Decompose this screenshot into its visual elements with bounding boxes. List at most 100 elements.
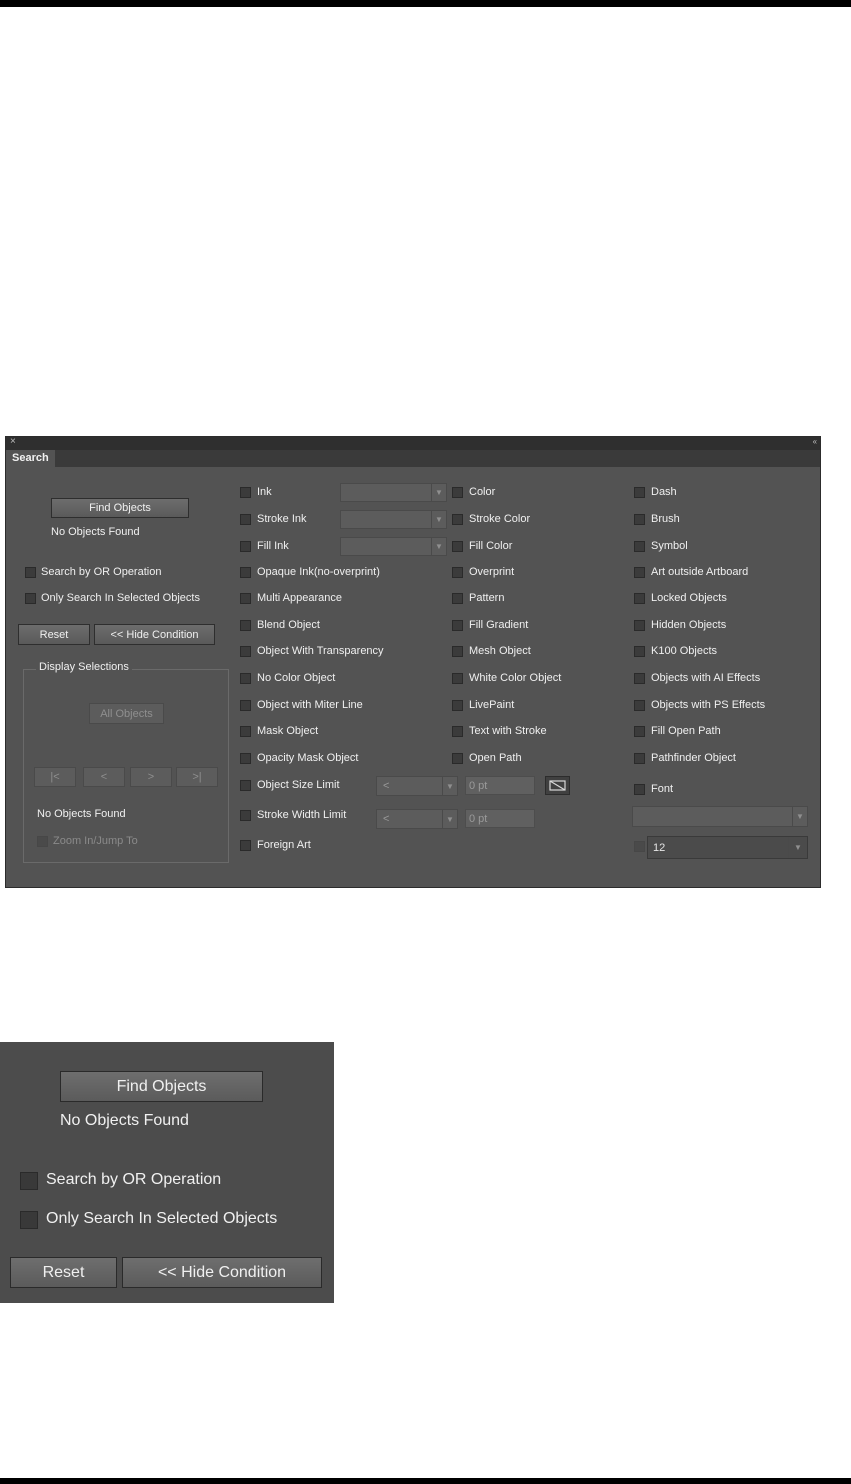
font-dropdown[interactable]: ▼ [632,806,808,827]
top-border-bar [0,0,851,7]
only-selected-checkbox[interactable] [20,1211,38,1229]
search-by-or-checkbox[interactable] [20,1172,38,1190]
object-with-transparency-checkbox[interactable] [240,646,251,657]
multi-appearance-checkbox[interactable] [240,593,251,604]
hidden-objects-checkbox[interactable] [634,620,645,631]
opaque-ink-no-overprint-checkbox[interactable] [240,567,251,578]
zoom-jump-checkbox[interactable] [37,836,48,847]
pattern-checkbox[interactable] [452,593,463,604]
ink-dropdown[interactable]: ▼ [340,483,447,502]
symbol-label: Symbol [651,540,688,552]
font-size-dropdown[interactable]: 12 ▼ [647,836,808,859]
ink-checkbox[interactable] [240,487,251,498]
stroke-color-checkbox[interactable] [452,514,463,525]
blend-object-label: Blend Object [257,619,320,631]
size-operator-value: < [383,780,390,792]
find-objects-button[interactable]: Find Objects [51,498,189,518]
fill-ink-dropdown[interactable]: ▼ [340,537,447,556]
objects-with-ai-effects-checkbox[interactable] [634,673,645,684]
panel-titlebar: × ‹‹ [6,436,820,450]
k100-objects-label: K100 Objects [651,645,718,657]
chevron-down-icon: ▼ [431,484,446,501]
object-with-miter-line-label: Object with Miter Line [257,699,363,711]
only-selected-checkbox[interactable] [25,593,36,604]
opacity-mask-object-checkbox[interactable] [240,753,251,764]
all-objects-button[interactable]: All Objects [89,703,164,724]
objects-with-ps-effects-checkbox[interactable] [634,700,645,711]
mask-object-checkbox[interactable] [240,726,251,737]
object-size-limit-checkbox[interactable] [240,780,251,791]
stroke-operator-dropdown[interactable]: < ▼ [376,809,458,829]
blend-object-checkbox[interactable] [240,620,251,631]
tab-search[interactable]: Search [6,450,55,467]
fill-ink-label: Fill Ink [257,540,289,552]
chevron-down-icon: ▼ [431,511,446,528]
stroke-width-limit-label: Stroke Width Limit [257,809,347,821]
open-path-checkbox[interactable] [452,753,463,764]
close-icon[interactable]: × [10,436,16,447]
fill-color-label: Fill Color [469,540,513,552]
fill-gradient-checkbox[interactable] [452,620,463,631]
fill-gradient-label: Fill Gradient [469,619,529,631]
next-button[interactable]: > [130,767,172,787]
stroke-type-icon[interactable] [545,776,570,795]
locked-objects-label: Locked Objects [651,592,727,604]
reset-button[interactable]: Reset [10,1257,117,1288]
object-with-miter-line-checkbox[interactable] [240,700,251,711]
chevron-down-icon: ▼ [792,807,807,826]
locked-objects-checkbox[interactable] [634,593,645,604]
brush-checkbox[interactable] [634,514,645,525]
font-size-checkbox[interactable] [634,841,645,852]
previous-button[interactable]: < [83,767,125,787]
dash-checkbox[interactable] [634,487,645,498]
foreign-art-label: Foreign Art [257,839,311,851]
zoom-jump-label: Zoom In/Jump To [53,835,138,847]
foreign-art-checkbox[interactable] [240,840,251,851]
color-checkbox[interactable] [452,487,463,498]
stroke-value-input[interactable]: 0 pt [465,809,535,828]
hide-condition-button[interactable]: << Hide Condition [122,1257,322,1288]
pathfinder-object-checkbox[interactable] [634,753,645,764]
stroke-operator-value: < [383,813,390,825]
search-by-or-label: Search by OR Operation [46,1171,222,1188]
collapse-icon[interactable]: ‹‹ [813,437,817,446]
search-by-or-checkbox[interactable] [25,567,36,578]
pathfinder-object-label: Pathfinder Object [651,752,736,764]
hide-condition-button[interactable]: << Hide Condition [94,624,215,645]
opaque-ink-no-overprint-label: Opaque Ink(no-overprint) [257,566,380,578]
mask-object-label: Mask Object [257,725,319,737]
opacity-mask-object-label: Opacity Mask Object [257,752,359,764]
font-label: Font [651,783,674,795]
fill-color-checkbox[interactable] [452,541,463,552]
font-checkbox[interactable] [634,784,645,795]
bottom-border-bar [0,1478,851,1484]
fill-open-path-checkbox[interactable] [634,726,645,737]
pattern-label: Pattern [469,592,505,604]
only-selected-label: Only Search In Selected Objects [46,1210,278,1227]
k100-objects-checkbox[interactable] [634,646,645,657]
font-size-value: 12 [653,841,666,854]
symbol-checkbox[interactable] [634,541,645,552]
white-color-object-checkbox[interactable] [452,673,463,684]
art-outside-artboard-checkbox[interactable] [634,567,645,578]
stroke-ink-dropdown[interactable]: ▼ [340,510,447,529]
object-with-transparency-label: Object With Transparency [257,645,384,657]
search-by-or-label: Search by OR Operation [41,566,162,578]
status-text: No Objects Found [60,1112,189,1129]
first-button[interactable]: |< [34,767,76,787]
fill-ink-checkbox[interactable] [240,541,251,552]
overprint-checkbox[interactable] [452,567,463,578]
reset-button[interactable]: Reset [18,624,90,645]
no-color-object-label: No Color Object [257,672,336,684]
mesh-object-checkbox[interactable] [452,646,463,657]
livepaint-checkbox[interactable] [452,700,463,711]
find-objects-button[interactable]: Find Objects [60,1071,263,1102]
no-color-object-checkbox[interactable] [240,673,251,684]
last-button[interactable]: >| [176,767,218,787]
size-operator-dropdown[interactable]: < ▼ [376,776,458,796]
size-value-input[interactable]: 0 pt [465,776,535,795]
text-with-stroke-checkbox[interactable] [452,726,463,737]
stroke-ink-checkbox[interactable] [240,514,251,525]
text-with-stroke-label: Text with Stroke [469,725,547,737]
stroke-width-limit-checkbox[interactable] [240,810,251,821]
